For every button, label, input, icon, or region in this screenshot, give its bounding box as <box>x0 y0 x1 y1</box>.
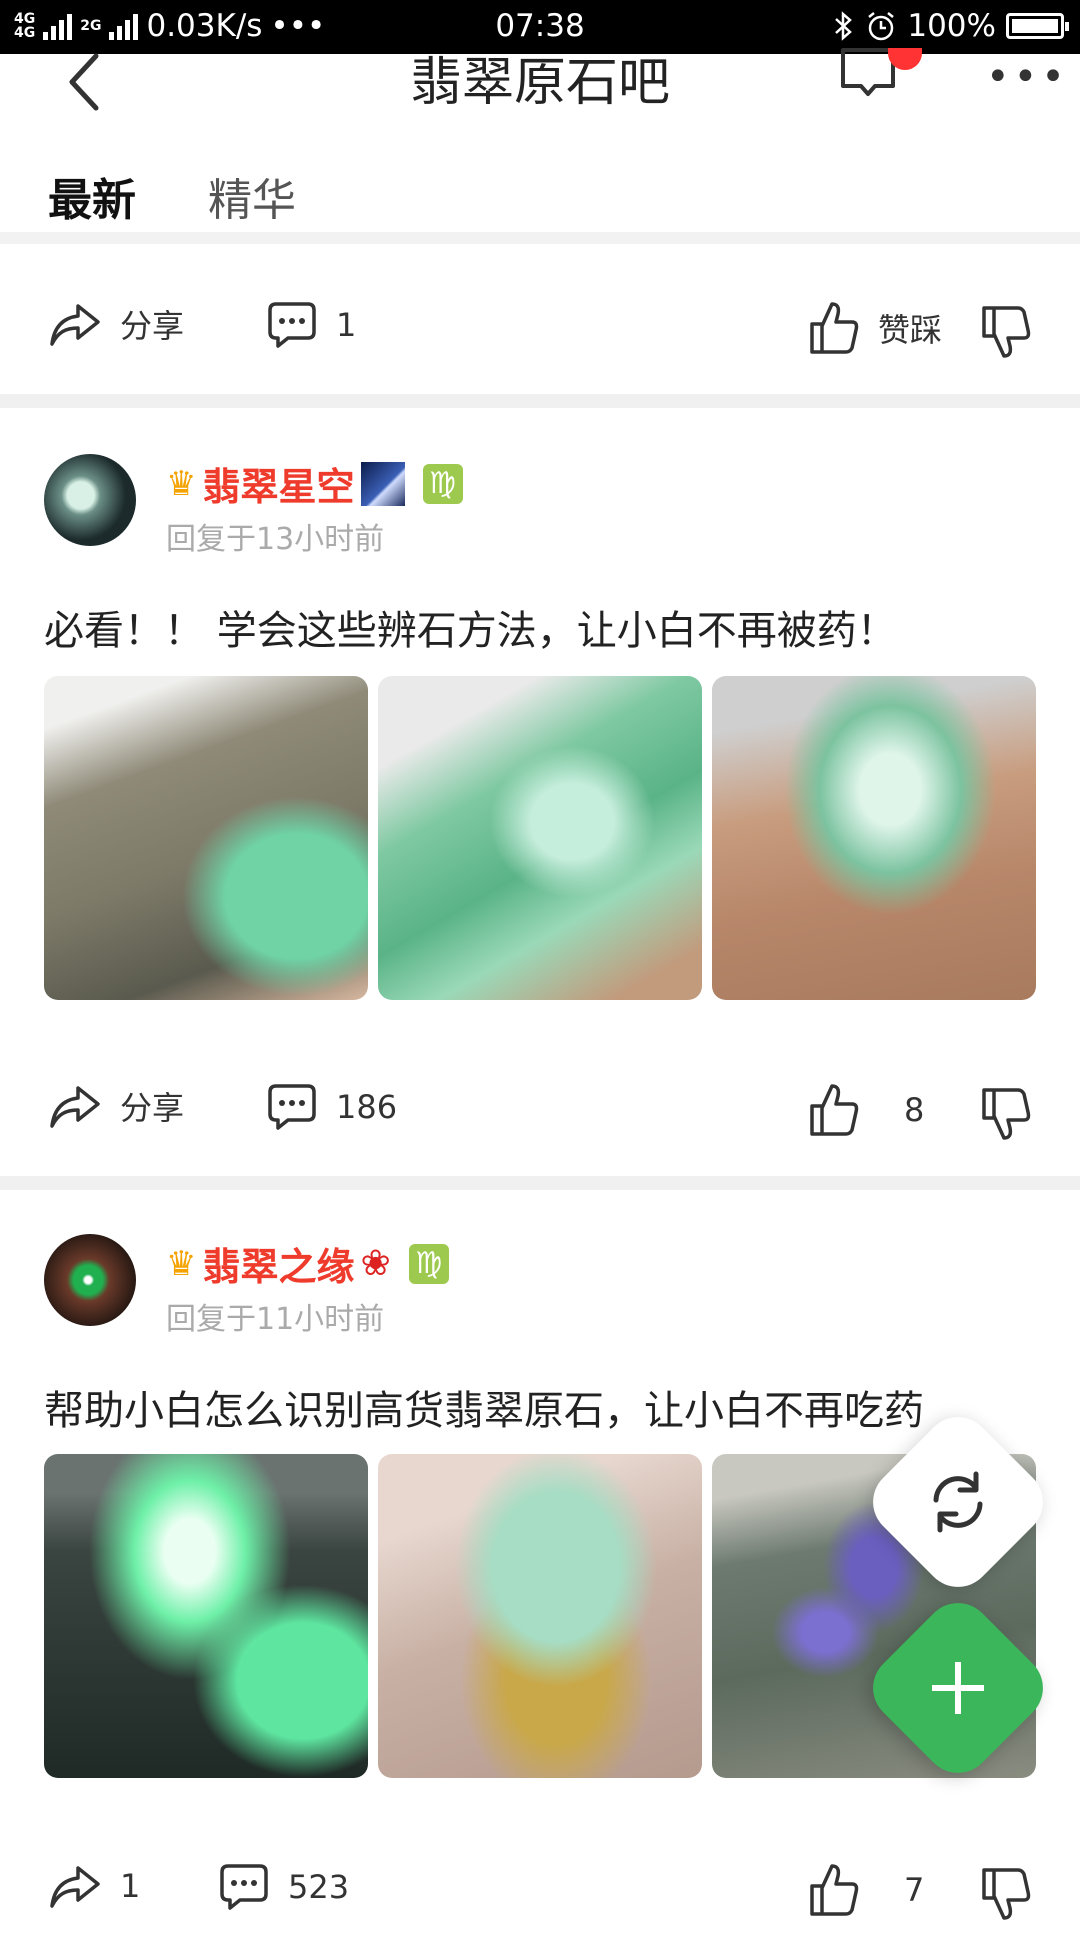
tab-featured[interactable]: 精华 <box>208 164 296 228</box>
tab-latest[interactable]: 最新 <box>48 164 136 228</box>
avatar[interactable] <box>44 454 136 546</box>
zodiac-badge-icon: ♍ <box>422 463 463 504</box>
comment-button[interactable]: 186 <box>266 1082 397 1132</box>
comment-count: 1 <box>336 306 357 344</box>
comment-icon <box>220 1864 268 1910</box>
thumbs-up-icon <box>810 1864 859 1916</box>
like-button[interactable]: 7 <box>808 1862 924 1918</box>
divider <box>0 1176 1080 1190</box>
image-grid <box>44 676 1036 1000</box>
starry-sky-badge-icon <box>360 461 405 506</box>
thumbs-up-icon <box>810 302 859 354</box>
vote-label: 赞踩 <box>878 311 943 349</box>
share-label: 分享 <box>120 307 185 345</box>
comment-icon <box>268 302 316 348</box>
comment-count: 523 <box>288 1868 350 1906</box>
refresh-icon <box>933 1471 983 1533</box>
battery-percent: 100% <box>907 8 996 44</box>
username-text: 翡翠星空 <box>202 465 355 509</box>
comment-button[interactable]: 1 <box>266 300 356 350</box>
crown-icon: ♛ <box>166 1243 197 1284</box>
status-right: 100% <box>833 8 1069 44</box>
username[interactable]: ♛ 翡翠星空 ♍ <box>166 456 463 511</box>
post-meta: 回复于13小时前 <box>166 522 385 557</box>
thumbs-down-icon <box>982 1868 1031 1920</box>
post-actions: 分享 186 8 <box>0 1068 1080 1158</box>
status-bar: 4G 4G 2G 0.03K/s ••• 07:38 100% <box>0 0 1080 54</box>
share-icon <box>50 304 100 346</box>
app-header: 翡翠原石吧 ••• 最新 精华 <box>0 48 1080 244</box>
share-button[interactable]: 分享 <box>48 300 184 348</box>
thumbs-up-icon <box>810 1084 859 1136</box>
share-icon <box>50 1866 100 1908</box>
crown-icon: ♛ <box>166 463 197 504</box>
like-button[interactable]: 8 <box>808 1082 924 1138</box>
plus-icon-stroke <box>955 1662 961 1714</box>
like-count: 8 <box>904 1091 925 1129</box>
share-button[interactable]: 1 <box>48 1862 140 1910</box>
post-title[interactable]: 帮助小白怎么识别高货翡翠原石，让小白不再吃药 <box>44 1378 924 1436</box>
post-image[interactable] <box>378 676 702 1000</box>
post-actions: 1 523 7 <box>0 1848 1080 1938</box>
comment-icon <box>268 1084 316 1130</box>
tab-bar: 最新 精华 <box>48 164 296 228</box>
thumbs-down-icon <box>982 306 1031 358</box>
username[interactable]: ♛ 翡翠之缘 ❀ ♍ <box>166 1236 449 1291</box>
share-label: 分享 <box>120 1089 185 1127</box>
post-meta: 回复于11小时前 <box>166 1302 385 1337</box>
post-image[interactable] <box>44 676 368 1000</box>
battery-icon <box>1006 13 1069 39</box>
post-title[interactable]: 必看！！ 学会这些辨石方法，让小白不再被药！ <box>44 598 897 656</box>
more-options-icon[interactable]: ••• <box>986 54 1069 100</box>
vote-button[interactable]: 赞踩 <box>808 300 942 356</box>
post-image[interactable] <box>44 1454 368 1778</box>
post-image[interactable] <box>378 1454 702 1778</box>
post-image[interactable] <box>712 676 1036 1000</box>
rose-icon: ❀ <box>360 1243 391 1284</box>
bluetooth-icon <box>835 11 853 41</box>
dislike-button[interactable] <box>980 1086 1032 1142</box>
like-count: 7 <box>904 1871 925 1909</box>
comment-count: 186 <box>336 1088 398 1126</box>
comment-button[interactable]: 523 <box>218 1862 349 1912</box>
share-button[interactable]: 分享 <box>48 1082 184 1130</box>
post-actions: 分享 1 赞踩 <box>0 286 1080 376</box>
dislike-button[interactable] <box>980 1866 1032 1922</box>
share-count: 1 <box>120 1867 141 1905</box>
share-icon <box>50 1086 100 1128</box>
alarm-icon <box>868 12 895 41</box>
avatar[interactable] <box>44 1234 136 1326</box>
thumbs-down-icon <box>982 1088 1031 1140</box>
username-text: 翡翠之缘 <box>202 1245 355 1289</box>
dislike-button[interactable] <box>980 304 1032 360</box>
divider <box>0 394 1080 408</box>
zodiac-badge-icon: ♍ <box>408 1243 449 1284</box>
